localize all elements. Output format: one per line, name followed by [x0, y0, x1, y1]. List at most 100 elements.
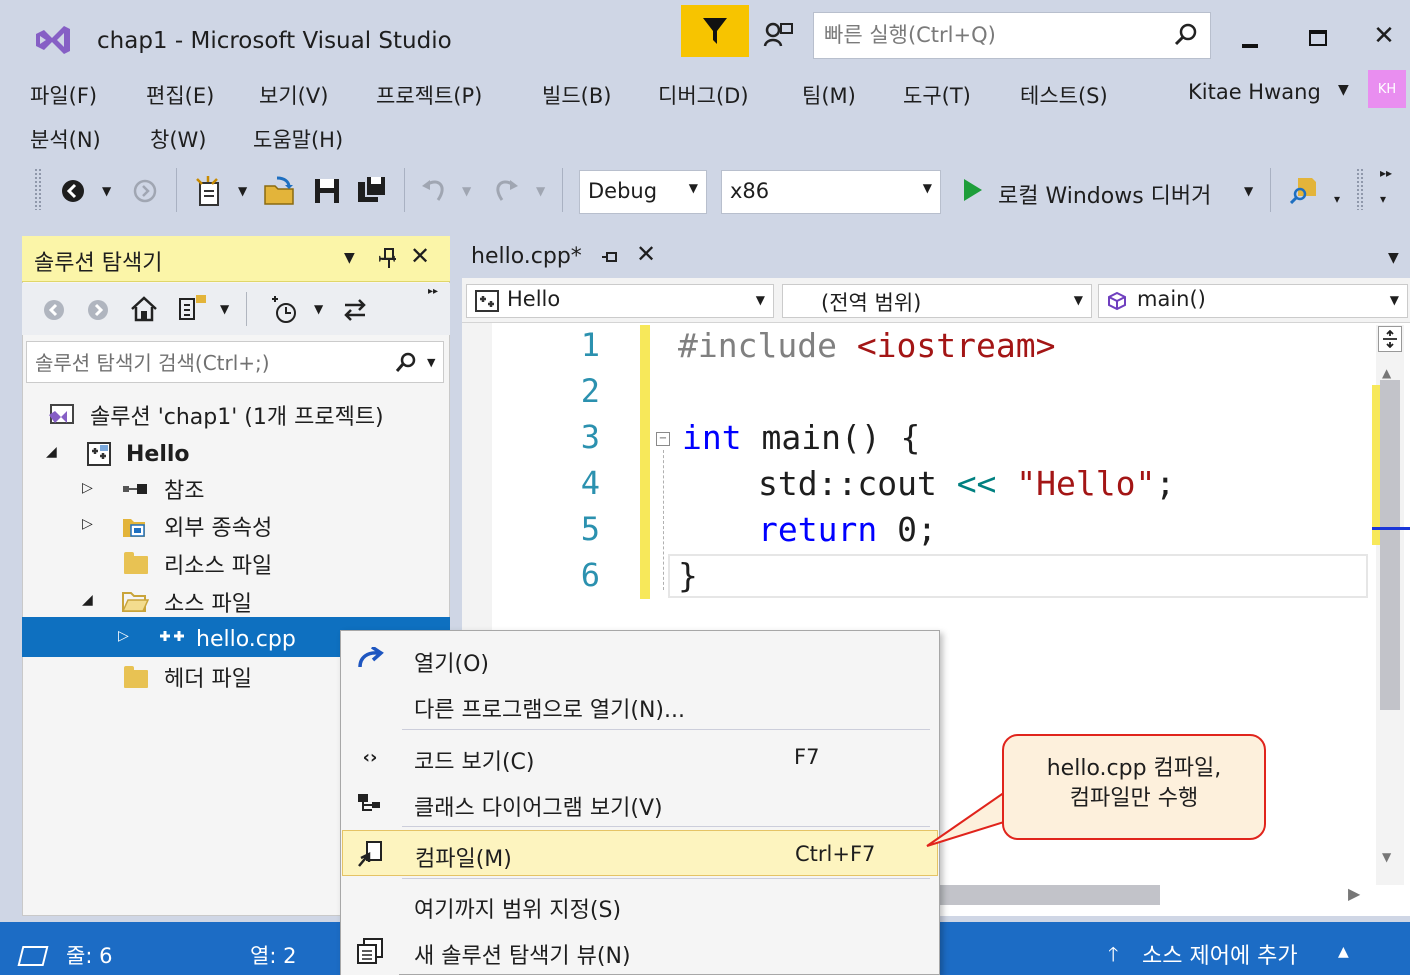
horizontal-scrollbar-thumb[interactable] — [940, 885, 1160, 905]
chevron-down-icon[interactable]: ▼ — [462, 184, 471, 198]
menu-item-compile[interactable]: 컴파일(M) Ctrl+F7 — [342, 830, 938, 876]
toolbar-overflow-icon[interactable]: ▸▸ — [428, 286, 438, 297]
minimize-button[interactable] — [1228, 20, 1272, 60]
pending-changes-filter-icon[interactable] — [266, 294, 300, 326]
collapse-outline-icon[interactable]: − — [656, 432, 670, 446]
scroll-up-icon[interactable]: ▲ — [1382, 366, 1391, 380]
start-debugging-icon[interactable] — [962, 177, 986, 205]
tab-hello-cpp[interactable]: hello.cpp* — [471, 244, 582, 269]
menu-file[interactable]: 파일(F) — [30, 80, 97, 110]
configuration-dropdown[interactable]: Debug ▼ — [579, 170, 707, 214]
home-icon[interactable] — [128, 294, 160, 324]
user-account-name[interactable]: Kitae Hwang — [1188, 80, 1321, 104]
tree-header-files-node[interactable]: 헤더 파일 — [164, 659, 252, 695]
close-button[interactable]: ✕ — [1362, 16, 1406, 56]
tree-resource-files-node[interactable]: 리소스 파일 — [164, 546, 272, 582]
menu-edit[interactable]: 편집(E) — [146, 80, 214, 110]
nav-scope-dropdown[interactable]: (전역 범위) ▼ — [782, 284, 1092, 318]
tree-solution-node[interactable]: 솔루션 'chap1' (1개 프로젝트) — [90, 397, 384, 433]
menu-team[interactable]: 팀(M) — [802, 80, 856, 110]
switch-views-icon[interactable] — [176, 292, 210, 324]
close-icon[interactable]: ✕ — [410, 242, 430, 270]
expanded-arrow-icon[interactable]: ◢ — [82, 592, 93, 608]
tree-external-deps-node[interactable]: 외부 종속성 — [164, 508, 272, 544]
expanded-arrow-icon[interactable]: ◢ — [46, 444, 57, 460]
chevron-down-icon[interactable]: ▾ — [1334, 192, 1340, 206]
toolbar-overflow-icon[interactable]: ▸▸ — [1380, 166, 1392, 180]
chevron-down-icon[interactable]: ▼ — [314, 302, 323, 316]
chevron-down-icon[interactable]: ▼ — [1338, 82, 1349, 98]
run-target-button[interactable]: 로컬 Windows 디버거 — [998, 178, 1211, 210]
feedback-icon[interactable] — [760, 18, 796, 52]
chevron-down-icon[interactable]: ▼ — [220, 302, 229, 316]
split-editor-icon[interactable] — [1378, 326, 1402, 352]
collapsed-arrow-icon[interactable]: ▷ — [82, 480, 93, 496]
new-project-icon[interactable] — [192, 174, 226, 208]
tree-hello-cpp-node[interactable]: hello.cpp — [196, 621, 296, 657]
nav-member-dropdown[interactable]: main() ▼ — [1098, 284, 1408, 318]
tree-references-node[interactable]: 참조 — [164, 471, 204, 507]
save-icon[interactable] — [310, 174, 344, 208]
quick-launch-input[interactable] — [824, 20, 1164, 50]
menu-item-view-code[interactable]: ‹› 코드 보기(C) F7 — [342, 734, 938, 780]
scroll-right-icon[interactable]: ▶ — [1348, 884, 1360, 903]
menu-debug[interactable]: 디버그(D) — [658, 80, 749, 110]
undo-icon[interactable] — [418, 174, 450, 206]
sync-with-active-document-icon[interactable] — [338, 294, 372, 326]
navigate-forward-icon[interactable] — [130, 176, 160, 206]
scroll-down-icon[interactable]: ▼ — [1382, 850, 1391, 864]
find-in-files-icon[interactable] — [1288, 172, 1322, 206]
chevron-down-icon[interactable]: ▼ — [1388, 250, 1399, 266]
menu-item-open-with[interactable]: 다른 프로그램으로 열기(N)... — [342, 682, 938, 728]
code-line-1[interactable]: #include <iostream> — [678, 326, 1056, 365]
chevron-down-icon[interactable]: ▼ — [238, 184, 247, 198]
forward-icon[interactable] — [84, 296, 112, 324]
chevron-down-icon[interactable]: ▼ — [344, 250, 355, 266]
tree-source-files-node[interactable]: 소스 파일 — [164, 584, 252, 620]
chevron-down-icon[interactable]: ▼ — [102, 184, 111, 198]
tree-project-node[interactable]: Hello — [126, 436, 190, 472]
chevron-down-icon[interactable]: ▼ — [536, 184, 545, 198]
menu-analyze[interactable]: 분석(N) — [30, 124, 101, 154]
add-to-source-control-button[interactable]: 소스 제어에 추가 — [1142, 938, 1298, 970]
chevron-down-icon[interactable]: ▼ — [1244, 184, 1253, 198]
menu-project[interactable]: 프로젝트(P) — [376, 80, 482, 110]
save-all-icon[interactable] — [354, 172, 390, 208]
search-icon[interactable] — [1172, 21, 1200, 49]
collapsed-arrow-icon[interactable]: ▷ — [118, 628, 129, 644]
menu-build[interactable]: 빌드(B) — [542, 80, 611, 110]
toolbar-grip[interactable] — [34, 168, 42, 210]
chevron-down-icon[interactable]: ▾ — [1380, 192, 1386, 206]
menu-tools[interactable]: 도구(T) — [903, 80, 971, 110]
redo-icon[interactable] — [490, 174, 522, 206]
toolbar-grip[interactable] — [1356, 168, 1364, 210]
menu-window[interactable]: 창(W) — [150, 124, 206, 154]
search-icon[interactable] — [393, 348, 419, 376]
code-line-4[interactable]: std::cout << "Hello"; — [758, 464, 1175, 503]
collapsed-arrow-icon[interactable]: ▷ — [82, 516, 93, 532]
nav-project-dropdown[interactable]: Hello ▼ — [466, 284, 774, 318]
vertical-scrollbar-thumb[interactable] — [1380, 380, 1400, 710]
code-line-3[interactable]: int main() { — [682, 418, 920, 457]
menu-test[interactable]: 테스트(S) — [1020, 80, 1108, 110]
maximize-button[interactable] — [1296, 18, 1340, 58]
pin-icon[interactable] — [600, 247, 620, 267]
menu-item-new-explorer-view[interactable]: 새 솔루션 탐색기 뷰(N) — [342, 928, 938, 974]
navigate-back-icon[interactable] — [58, 176, 88, 206]
chevron-down-icon[interactable]: ▼ — [427, 356, 435, 369]
open-file-icon[interactable] — [262, 174, 298, 208]
code-line-6[interactable]: } — [678, 556, 698, 595]
pin-icon[interactable] — [378, 246, 400, 270]
avatar[interactable]: KH — [1368, 70, 1406, 108]
code-line-5[interactable]: return 0; — [758, 510, 937, 549]
menu-item-open[interactable]: 열기(O) — [342, 636, 938, 682]
close-icon[interactable]: ✕ — [636, 240, 656, 268]
platform-dropdown[interactable]: x86 ▼ — [721, 170, 941, 214]
solution-search-input[interactable] — [35, 349, 375, 377]
quick-launch-box[interactable] — [813, 12, 1211, 59]
solution-search-box[interactable]: ▼ — [26, 341, 444, 383]
menu-help[interactable]: 도움말(H) — [253, 124, 343, 154]
notification-filter-button[interactable] — [681, 5, 749, 57]
menu-item-view-class-diagram[interactable]: 클래스 다이어그램 보기(V) — [342, 780, 938, 826]
chevron-up-icon[interactable]: ▲ — [1338, 944, 1349, 960]
